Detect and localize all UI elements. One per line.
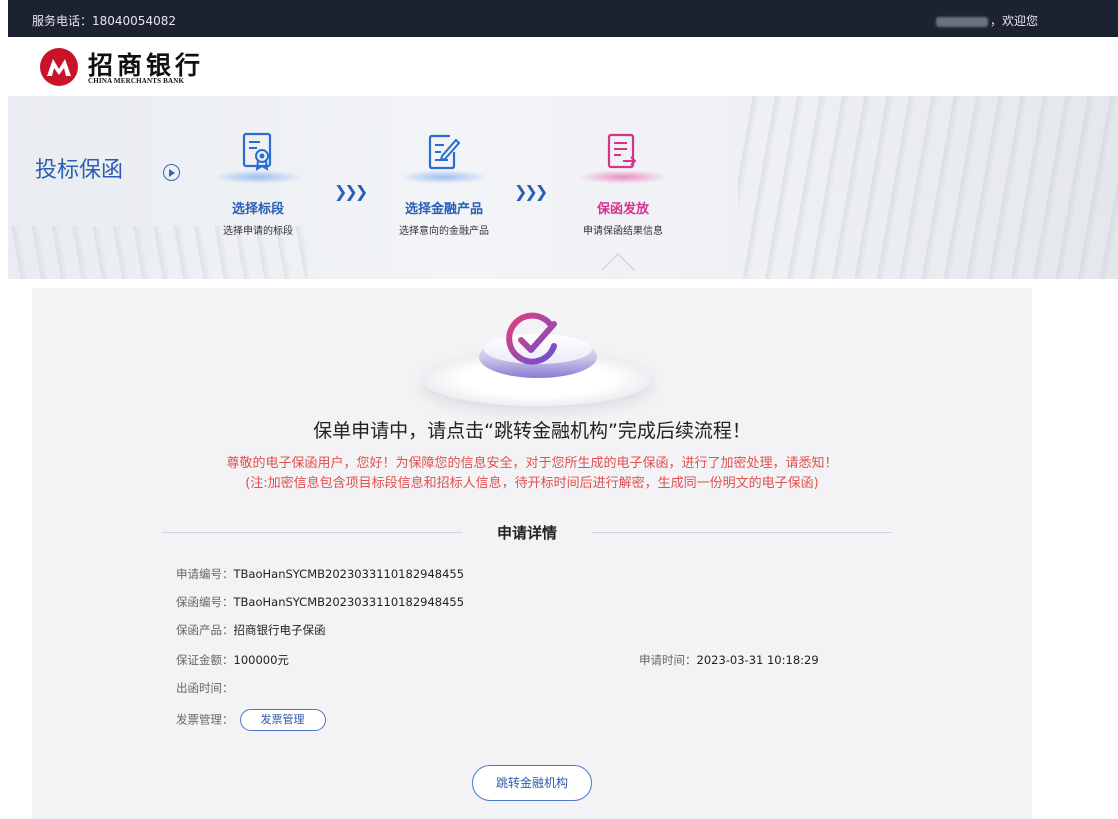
step-arrow-icon: ❯❯❯	[514, 182, 548, 201]
apply-time-row: 申请时间：2023-03-31 10:18:29	[639, 652, 819, 668]
welcome-text: ，欢迎您	[990, 14, 1039, 28]
field-label: 发票管理：	[176, 712, 234, 727]
details-section-header: 申请详情	[162, 520, 892, 544]
top-bar: 服务电话：18040054082 ，欢迎您	[8, 0, 1118, 37]
result-panel: 保单申请中，请点击“跳转金融机构”完成后续流程！ 尊敬的电子保函用户，您好！为保…	[32, 288, 1032, 819]
guarantee-number: TBaoHanSYCMB2023033110182948455	[233, 595, 465, 609]
certificate-icon	[242, 132, 272, 171]
security-notice: 尊敬的电子保函用户，您好！为保障您的信息安全，对于您所生成的电子保函，进行了加密…	[226, 456, 838, 471]
encryption-note: (注:加密信息包含项目标段信息和招标人信息，待开标时间后进行解密，生成同一份明文…	[245, 476, 819, 491]
document-export-icon	[607, 133, 637, 169]
field-label: 申请编号：	[176, 567, 234, 581]
step-name: 选择标段	[231, 202, 284, 217]
issue-time-row: 出函时间：	[176, 680, 234, 696]
guarantee-product-row: 保函产品：招商银行电子保函	[176, 622, 326, 638]
status-headline: 保单申请中，请点击“跳转金融机构”完成后续流程！	[313, 420, 751, 442]
bank-logo[interactable]: 招商银行 CHINA MERCHANTS BANK	[40, 44, 240, 90]
step-arrow-icon: ❯❯❯	[334, 182, 368, 201]
field-label: 保证金额：	[176, 653, 234, 667]
divider	[592, 532, 892, 533]
guarantee-amount-row: 保证金额：100000元	[176, 652, 289, 668]
step-desc: 申请保函结果信息	[583, 226, 663, 237]
active-step-pointer	[601, 253, 635, 279]
guarantee-amount: 100000元	[233, 653, 289, 667]
field-label: 出函时间：	[176, 681, 234, 695]
progress-banner: 投标保函 选择标段 选择申请的标段 ❯❯❯ 选择金融产品 选择意向的金融产品 ❯…	[8, 96, 1118, 279]
cmb-logo-icon	[40, 48, 78, 86]
step-select-section: 选择标段 选择申请的标段	[188, 132, 328, 242]
field-label: 申请时间：	[639, 653, 697, 667]
redacted-username	[936, 16, 988, 27]
apply-time: 2023-03-31 10:18:29	[696, 653, 819, 667]
application-number-row: 申请编号：TBaoHanSYCMB2023033110182948455	[176, 566, 464, 582]
check-circle-icon	[506, 312, 557, 365]
guarantee-number-row: 保函编号：TBaoHanSYCMB2023033110182948455	[176, 594, 464, 610]
invoice-row: 发票管理： 发票管理	[176, 709, 326, 731]
guarantee-product: 招商银行电子保函	[233, 623, 326, 637]
play-icon[interactable]	[163, 164, 180, 181]
service-phone: 服务电话：18040054082	[32, 14, 176, 28]
bank-name-en: CHINA MERCHANTS BANK	[88, 77, 185, 85]
field-label: 保函编号：	[176, 595, 234, 609]
step-name: 保函发放	[596, 202, 649, 217]
step-desc: 选择申请的标段	[223, 226, 293, 237]
step-issue-guarantee: 保函发放 申请保函结果信息	[553, 132, 693, 242]
decorative-stripes	[738, 96, 1118, 279]
invoice-manage-button[interactable]: 发票管理	[239, 709, 326, 731]
step-desc: 选择意向的金融产品	[399, 226, 489, 237]
step-select-product: 选择金融产品 选择意向的金融产品	[374, 132, 514, 242]
edit-document-icon	[428, 134, 461, 170]
jump-to-institution-button[interactable]: 跳转金融机构	[472, 765, 592, 801]
welcome-message: ，欢迎您	[936, 12, 1038, 29]
step-name: 选择金融产品	[404, 202, 483, 217]
field-label: 保函产品：	[176, 623, 234, 637]
application-number: TBaoHanSYCMB2023033110182948455	[233, 567, 465, 581]
page-title: 投标保函	[35, 158, 124, 183]
